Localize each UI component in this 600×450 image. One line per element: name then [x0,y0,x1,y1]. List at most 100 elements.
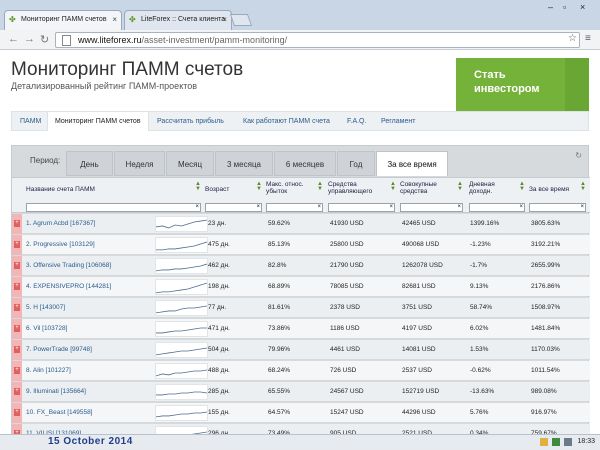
expand-row-button[interactable]: + [12,277,22,297]
col-header-age[interactable]: Возраст [205,186,229,193]
expand-row-button[interactable]: + [12,214,22,234]
filter-manager-funds[interactable]: × [328,203,395,212]
col-header-manager-funds[interactable]: Средства управляющего [328,181,384,195]
cell-name[interactable]: 9. Illuminati [135664] [26,388,86,395]
cell-age: 471 дн. [208,325,230,332]
sort-icon[interactable]: ▲ ▼ [457,181,463,192]
period-tab-year[interactable]: Год [337,151,375,176]
cell-age: 198 дн. [208,283,230,290]
expand-row-button[interactable]: + [12,235,22,255]
cell-maxloss: 79.96% [268,346,291,353]
table-row[interactable]: +3. Offensive Trading [106068] 462 дн. 82.… [12,256,590,276]
menu-item-how-it-works[interactable]: Как работают ПАММ счета [243,112,330,131]
cell-name[interactable]: 1. Agrum Acbd [167367] [26,220,95,227]
cell-name[interactable]: 2. Progressive [103129] [26,241,95,248]
sparkline [155,258,208,274]
menu-item-faq[interactable]: F.A.Q. [347,112,366,131]
sparkline-line [156,327,207,334]
become-investor-button[interactable]: Стать инвестором [456,58,589,113]
forward-icon[interactable]: → [24,33,35,45]
cell-age: 77 дн. [208,304,227,311]
table-row[interactable]: +9. Illuminati [135664] 285 дн. 65.55% 2456… [12,382,590,402]
cell-age: 155 дн. [208,409,230,416]
col-header-daily[interactable]: Дневная доходн. [469,181,519,195]
cell-manager: 726 USD [330,367,357,374]
volume-icon[interactable] [564,438,572,446]
expand-row-button[interactable]: + [12,382,22,402]
filter-alltime[interactable]: × [529,203,586,212]
back-icon[interactable]: ← [8,33,19,45]
col-header-total-funds[interactable]: Совокупные средства [400,181,452,195]
close-tab-icon[interactable]: × [222,15,227,24]
cell-age: 488 дн. [208,367,230,374]
bookmark-star-icon[interactable]: ☆ [568,33,577,44]
table-row[interactable]: +5. H [143007] 77 дн. 81.61% 2378 USD 3751 U… [12,298,590,318]
filter-daily[interactable]: × [469,203,525,212]
table-row[interactable]: +6. Vil [103728] 471 дн. 73.86% 1186 USD 419… [12,319,590,339]
cell-name[interactable]: 7. PowerTrade [99748] [26,346,92,353]
sort-icon[interactable]: ▲ ▼ [519,181,525,192]
browser-tab-0[interactable]: ✤ Мониторинг ПАММ счетов × [4,10,122,30]
menu-item-calculate[interactable]: Рассчитать прибыль [157,112,224,131]
cell-name[interactable]: 3. Offensive Trading [106068] [26,262,111,269]
table-row[interactable]: +4. EXPENSIVEPRO [144281] 198 дн. 68.89% 78… [12,277,590,297]
period-tab-3months[interactable]: 3 месяца [215,151,273,176]
sort-icon[interactable]: ▲ ▼ [317,181,323,192]
expand-row-button[interactable]: + [12,319,22,339]
cell-age: 285 дн. [208,388,230,395]
page-icon [62,35,71,46]
col-header-name[interactable]: Название счета ПАММ [26,186,95,193]
sort-icon[interactable]: ▲ ▼ [390,181,396,192]
address-bar[interactable]: www.liteforex.ru/asset-investment/pamm-m… [55,32,580,48]
filter-name[interactable]: × [26,203,201,212]
table-row[interactable]: +1. Agrum Acbd [167367] 23 дн. 59.62% 41930… [12,214,590,234]
close-tab-icon[interactable]: × [112,15,117,24]
period-tab-6months[interactable]: 6 месяцев [274,151,336,176]
close-window-icon[interactable]: × [580,2,585,12]
period-tab-month[interactable]: Месяц [166,151,214,176]
cell-daily: 6.02% [470,325,489,332]
expand-row-button[interactable]: + [12,340,22,360]
refresh-icon[interactable]: ↻ [575,151,582,160]
table-row[interactable]: +10. FX_Beast [149558] 155 дн. 64.57% 15247… [12,403,590,423]
filter-total-funds[interactable]: × [400,203,463,212]
col-header-alltime[interactable]: За все время [529,186,569,193]
maximize-icon[interactable]: ▫ [563,2,566,12]
cell-name[interactable]: 4. EXPENSIVEPRO [144281] [26,283,111,290]
menu-item-pamm[interactable]: ПАММ [20,112,41,131]
sort-icon[interactable]: ▲ ▼ [256,181,262,192]
sparkline-line [156,411,207,418]
network-icon[interactable] [552,438,560,446]
cell-name[interactable]: 8. Alin [101227] [26,367,71,374]
filter-maxloss[interactable]: × [266,203,323,212]
expand-row-button[interactable]: + [12,403,22,423]
period-tab-day[interactable]: День [66,151,113,176]
cell-name[interactable]: 5. H [143007] [26,304,65,311]
filter-age[interactable]: × [205,203,262,212]
menu-item-rules[interactable]: Регламент [381,112,415,131]
minimize-icon[interactable]: – [548,2,553,12]
expand-row-button[interactable]: + [12,298,22,318]
new-tab-button[interactable] [229,14,253,26]
sort-icon[interactable]: ▲ ▼ [580,181,586,192]
cell-name[interactable]: 10. FX_Beast [149558] [26,409,93,416]
menu-item-monitoring[interactable]: Мониторинг ПАММ счетов [47,112,149,131]
period-tab-all-time[interactable]: За все время [376,151,448,176]
expand-row-button[interactable]: + [12,256,22,276]
plus-icon: + [14,325,20,332]
cell-manager: 41930 USD [330,220,364,227]
table-row[interactable]: +8. Alin [101227] 488 дн. 68.24% 726 USD 253… [12,361,590,381]
expand-row-button[interactable]: + [12,361,22,381]
sort-icon[interactable]: ▲ ▼ [195,181,201,192]
period-tab-week[interactable]: Неделя [114,151,165,176]
flag-icon[interactable] [540,438,548,446]
cell-manager: 21790 USD [330,262,364,269]
cell-manager: 4461 USD [330,346,360,353]
col-header-maxloss[interactable]: Макс. относ. убыток [266,181,322,195]
table-row[interactable]: +2. Progressive [103129] 475 дн. 85.13% 258… [12,235,590,255]
cell-name[interactable]: 6. Vil [103728] [26,325,67,332]
browser-tab-1[interactable]: ✤ LiteForex :: Счета клиента × [124,10,232,30]
table-row[interactable]: +7. PowerTrade [99748] 504 дн. 79.96% 4461 … [12,340,590,360]
reload-icon[interactable]: ↻ [40,33,49,46]
menu-icon[interactable]: ≡ [585,33,591,44]
